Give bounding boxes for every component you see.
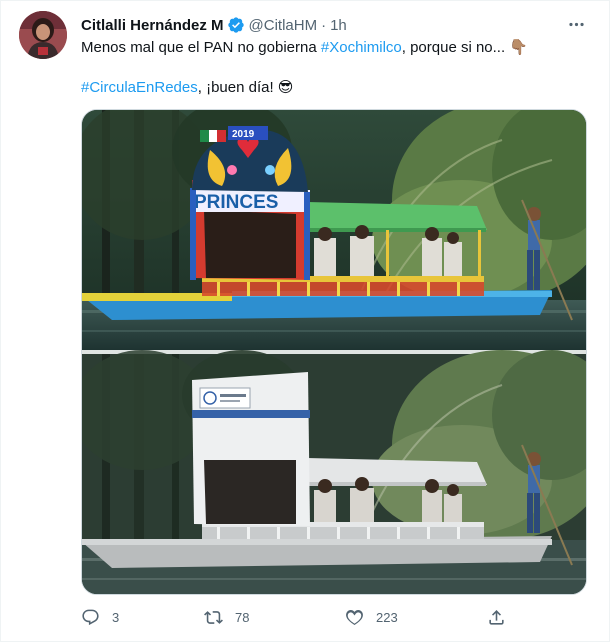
- trajinera-comparison-photo: PRINCES 2019: [82, 110, 586, 594]
- avatar-image: [19, 11, 67, 59]
- tweet-text: , ¡buen día! 😎: [197, 79, 294, 96]
- like-count: 223: [376, 609, 398, 625]
- retweet-button[interactable]: 78: [204, 605, 249, 629]
- retweet-count: 78: [235, 609, 250, 625]
- tweet-media[interactable]: PRINCES 2019: [81, 109, 587, 595]
- bottom-photo: [82, 350, 586, 594]
- reply-count: 3: [112, 609, 120, 625]
- top-boat-sign: 2019: [232, 129, 255, 140]
- reply-icon: [82, 609, 99, 625]
- author-name[interactable]: Citlalli Hernández M: [81, 17, 224, 34]
- avatar[interactable]: [19, 11, 67, 59]
- hashtag-link[interactable]: #CirculaEnRedes: [81, 79, 198, 96]
- tweet-text-line-1: Menos mal que el PAN no gobierna #Xochim…: [81, 38, 528, 58]
- share-button[interactable]: [487, 605, 506, 629]
- share-icon: [489, 609, 504, 625]
- separator-dot: ·: [321, 16, 327, 34]
- tweet-card[interactable]: Citlalli Hernández M @CitlaHM · 1h Menos…: [0, 0, 610, 642]
- tweet-text-line-2: #CirculaEnRedes, ¡buen día! 😎: [81, 78, 293, 98]
- tweet-text: Menos mal que el PAN no gobierna: [81, 39, 321, 56]
- retweet-icon: [204, 610, 223, 624]
- heart-icon: [346, 609, 363, 625]
- more-icon[interactable]: [564, 13, 588, 35]
- tweet-actions: 3 78 223: [81, 605, 511, 629]
- reply-button[interactable]: 3: [81, 605, 119, 629]
- tweet-text: , porque si no... 👇🏽: [401, 39, 528, 56]
- hashtag-link[interactable]: #Xochimilco: [321, 39, 402, 56]
- top-boat-name: PRINCES: [194, 192, 278, 213]
- tweet-timestamp[interactable]: 1h: [330, 17, 347, 34]
- tweet-header: Citlalli Hernández M @CitlaHM · 1h: [81, 14, 347, 36]
- verified-badge-icon: [227, 16, 245, 34]
- like-button[interactable]: 223: [345, 605, 398, 629]
- author-handle[interactable]: @CitlaHM: [249, 17, 318, 34]
- top-photo: PRINCES 2019: [82, 110, 586, 350]
